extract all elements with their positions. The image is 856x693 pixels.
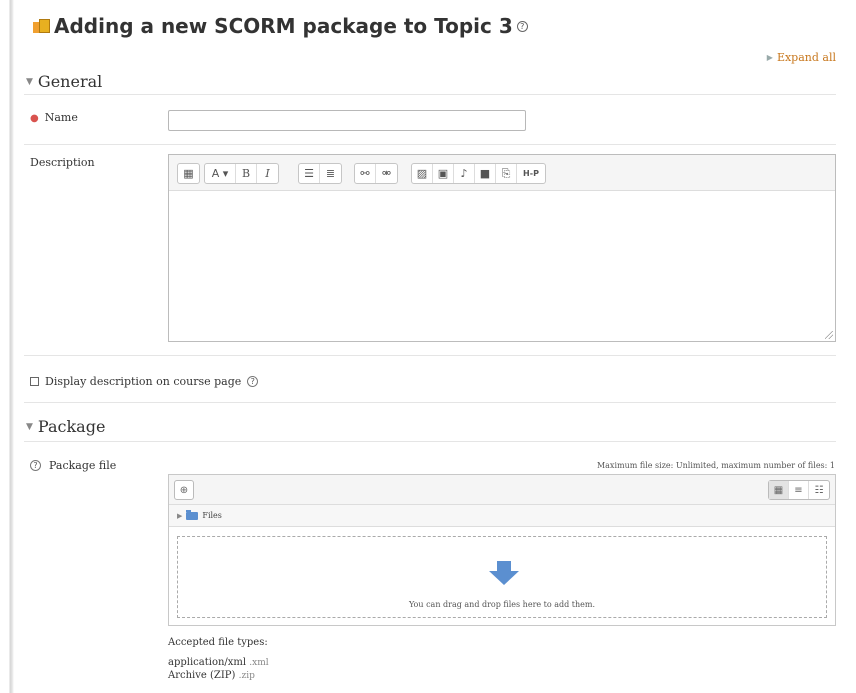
- editor-toolbar: ▦ A ▾ B I ☰ ≣ ⚯ ⚮ ▨ ▣ ♪ ■ ⎘ H-P: [169, 155, 835, 191]
- section-general-heading: General: [37, 72, 103, 91]
- expand-all-link[interactable]: ▶ Expand all: [767, 51, 836, 64]
- display-description-checkbox[interactable]: [30, 377, 39, 386]
- toolbar-group-toggle: ▦: [177, 163, 200, 184]
- drop-zone[interactable]: You can drag and drop files here to add …: [177, 536, 827, 618]
- view-switcher: ▦ ≡ ☷: [768, 480, 830, 500]
- description-label: Description: [30, 156, 95, 169]
- display-description-label: Display description on course page: [45, 375, 242, 388]
- package-file-label-text: Package file: [49, 459, 117, 472]
- style-label: A: [211, 167, 220, 180]
- help-icon[interactable]: ?: [247, 376, 259, 387]
- file-path-breadcrumb: ▶ Files: [169, 505, 835, 527]
- link-icon[interactable]: ⚯: [355, 164, 376, 183]
- files-folder-label[interactable]: Files: [202, 511, 222, 520]
- divider: [24, 441, 836, 442]
- file-type-ext: .xml: [249, 658, 269, 668]
- chevron-down-icon: ▼: [26, 76, 33, 87]
- manage-files-icon[interactable]: ⎘: [496, 164, 517, 183]
- toolbar-group-lists: ☰ ≣: [298, 163, 342, 184]
- toolbar-group-media: ▨ ▣ ♪ ■ ⎘ H-P: [411, 163, 546, 184]
- section-package-heading: Package: [37, 417, 106, 436]
- h5p-button[interactable]: H-P: [517, 164, 545, 183]
- add-file-icon[interactable]: ⊕: [174, 480, 194, 500]
- package-file-label: ? Package file: [30, 459, 116, 472]
- divider: [24, 94, 836, 95]
- italic-button[interactable]: I: [257, 164, 278, 183]
- media-icon[interactable]: ▣: [433, 164, 454, 183]
- help-icon[interactable]: ?: [30, 460, 41, 471]
- toolbar-toggle-icon[interactable]: ▦: [178, 164, 199, 183]
- name-label: ● Name: [30, 111, 78, 124]
- required-icon: ●: [30, 113, 39, 124]
- toolbar-group-style: A ▾ B I: [204, 163, 279, 184]
- file-type-name: Archive (ZIP): [168, 670, 236, 681]
- divider: [24, 144, 836, 145]
- toolbar-group-links: ⚯ ⚮: [354, 163, 398, 184]
- name-label-text: Name: [44, 111, 78, 124]
- paragraph-styles-button[interactable]: A ▾: [205, 164, 236, 183]
- caret-right-icon: ▶: [177, 511, 183, 520]
- folder-icon: [186, 509, 199, 520]
- file-type-name: application/xml: [168, 657, 247, 668]
- section-general-toggle[interactable]: ▼ General: [26, 72, 102, 91]
- help-icon[interactable]: ?: [516, 20, 528, 32]
- tree-view-icon[interactable]: ☷: [809, 481, 829, 499]
- file-type-item: Archive (ZIP) .zip: [168, 670, 255, 681]
- divider: [24, 355, 836, 356]
- max-file-size-text: Maximum file size: Unlimited, maximum nu…: [596, 461, 835, 470]
- record-audio-icon[interactable]: ♪: [454, 164, 475, 183]
- list-view-icon[interactable]: ≡: [789, 481, 809, 499]
- file-picker: ⊕ ▦ ≡ ☷ ▶ Files You can drag and drop fi…: [168, 474, 836, 626]
- description-editor[interactable]: ▦ A ▾ B I ☰ ≣ ⚯ ⚮ ▨ ▣ ♪ ■ ⎘ H-P: [168, 154, 836, 342]
- file-type-ext: .zip: [238, 671, 255, 681]
- image-icon[interactable]: ▨: [412, 164, 433, 183]
- page-title-text: Adding a new SCORM package to Topic 3: [54, 14, 513, 38]
- unordered-list-icon[interactable]: ☰: [299, 164, 320, 183]
- name-input[interactable]: [168, 110, 526, 131]
- ordered-list-icon[interactable]: ≣: [320, 164, 341, 183]
- chevron-down-icon: ▼: [26, 421, 33, 432]
- section-package-toggle[interactable]: ▼ Package: [26, 417, 105, 436]
- left-border-strip: [0, 0, 14, 693]
- page-title: Adding a new SCORM package to Topic 3 ?: [33, 14, 528, 38]
- record-video-icon[interactable]: ■: [475, 164, 496, 183]
- unlink-icon[interactable]: ⚮: [376, 164, 397, 183]
- resize-handle[interactable]: [825, 331, 833, 339]
- file-type-item: application/xml .xml: [168, 657, 269, 668]
- divider: [24, 402, 836, 403]
- icon-view-icon[interactable]: ▦: [769, 481, 789, 499]
- drop-arrow-icon: [489, 561, 519, 585]
- caret-right-icon: ▶: [766, 53, 773, 62]
- expand-all-label: Expand all: [776, 51, 836, 64]
- scorm-package-icon: [33, 18, 51, 34]
- display-description-row: Display description on course page ?: [30, 375, 259, 388]
- file-picker-toolbar: ⊕ ▦ ≡ ☷: [169, 475, 835, 505]
- bold-button[interactable]: B: [236, 164, 257, 183]
- accepted-file-types-label: Accepted file types:: [168, 637, 268, 648]
- drop-zone-text: You can drag and drop files here to add …: [408, 600, 596, 609]
